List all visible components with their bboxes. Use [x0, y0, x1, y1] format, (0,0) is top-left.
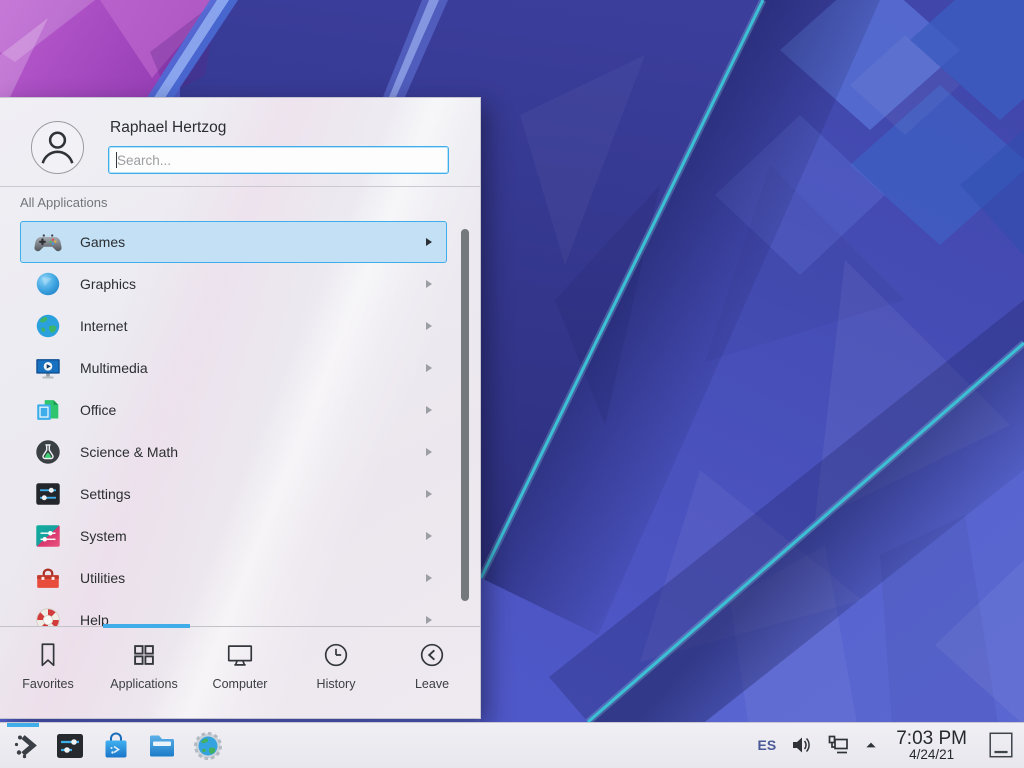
submenu-arrow-icon [426, 448, 432, 456]
system-settings-icon[interactable] [54, 730, 86, 762]
category-label: Science & Math [80, 444, 178, 460]
tab-favorites[interactable]: Favorites [0, 627, 96, 720]
active-tab-indicator [103, 624, 190, 628]
system-tray: ES 7:03 PM 4/24/21 [758, 729, 1024, 762]
submenu-arrow-icon [426, 574, 432, 582]
web-browser-icon[interactable] [192, 730, 224, 762]
category-label: Multimedia [80, 360, 148, 376]
tab-label: History [317, 677, 356, 691]
tab-label: Computer [213, 677, 268, 691]
settings-icon [33, 479, 63, 509]
app-category-row[interactable]: Office [20, 389, 447, 431]
section-label: All Applications [20, 195, 107, 210]
application-launcher-menu: Raphael Hertzog All Applications Games G… [0, 97, 481, 719]
file-manager-icon[interactable] [146, 730, 178, 762]
app-category-row[interactable]: Help [20, 599, 447, 626]
submenu-arrow-icon [426, 532, 432, 540]
volume-icon[interactable] [789, 733, 813, 757]
kickoff-launcher-icon[interactable] [8, 730, 40, 762]
category-label: Office [80, 402, 116, 418]
tab-leave[interactable]: Leave [384, 627, 480, 720]
app-category-row[interactable]: Multimedia [20, 347, 447, 389]
submenu-arrow-icon [426, 238, 432, 246]
submenu-arrow-icon [426, 322, 432, 330]
app-category-row[interactable]: Utilities [20, 557, 447, 599]
tab-applications[interactable]: Applications [96, 627, 192, 720]
graphics-icon [33, 269, 63, 299]
category-label: Internet [80, 318, 127, 334]
category-label: System [80, 528, 127, 544]
app-category-row[interactable]: Games [20, 221, 447, 263]
user-avatar[interactable] [30, 120, 85, 175]
office-icon [33, 395, 63, 425]
category-label: Utilities [80, 570, 125, 586]
applications-icon [129, 640, 159, 670]
submenu-arrow-icon [426, 406, 432, 414]
app-category-row[interactable]: Graphics [20, 263, 447, 305]
submenu-arrow-icon [426, 616, 432, 624]
taskbar-launchers [0, 730, 224, 762]
app-category-row[interactable]: Internet [20, 305, 447, 347]
help-icon [33, 605, 63, 626]
tab-label: Favorites [22, 677, 73, 691]
scrollbar-thumb[interactable] [461, 229, 469, 601]
submenu-arrow-icon [426, 280, 432, 288]
tabs-container: Favorites Applications Computer History … [0, 627, 480, 720]
app-category-row[interactable]: Settings [20, 473, 447, 515]
network-icon[interactable] [826, 733, 850, 757]
favorites-icon [33, 640, 63, 670]
tab-computer[interactable]: Computer [192, 627, 288, 720]
search-input[interactable] [108, 146, 449, 174]
games-icon [33, 227, 63, 257]
tab-history[interactable]: History [288, 627, 384, 720]
launcher-tabbar: Favorites Applications Computer History … [0, 626, 480, 720]
text-cursor [116, 152, 117, 168]
category-label: Games [80, 234, 125, 250]
app-category-row[interactable]: System [20, 515, 447, 557]
user-name: Raphael Hertzog [110, 119, 226, 137]
taskbar-panel: ES 7:03 PM 4/24/21 [0, 722, 1024, 768]
keyboard-layout-indicator[interactable]: ES [758, 737, 777, 753]
app-category-list[interactable]: Games Graphics Internet Multimedia Offic… [20, 221, 447, 626]
science-icon [33, 437, 63, 467]
utilities-icon [33, 563, 63, 593]
submenu-arrow-icon [426, 364, 432, 372]
computer-icon [225, 640, 255, 670]
multimedia-icon [33, 353, 63, 383]
leave-icon [417, 640, 447, 670]
internet-icon [33, 311, 63, 341]
clock-date: 4/24/21 [896, 748, 967, 762]
launcher-header: Raphael Hertzog [0, 98, 480, 187]
history-icon [321, 640, 351, 670]
desktop: Raphael Hertzog All Applications Games G… [0, 0, 1024, 768]
show-desktop-button[interactable] [986, 729, 1016, 761]
discover-icon[interactable] [100, 730, 132, 762]
category-label: Graphics [80, 276, 136, 292]
digital-clock[interactable]: 7:03 PM 4/24/21 [892, 729, 971, 762]
expand-tray-icon[interactable] [863, 737, 879, 753]
tab-label: Leave [415, 677, 449, 691]
system-icon [33, 521, 63, 551]
app-category-row[interactable]: Science & Math [20, 431, 447, 473]
tab-label: Applications [110, 677, 177, 691]
clock-time: 7:03 PM [896, 729, 967, 748]
category-label: Settings [80, 486, 131, 502]
submenu-arrow-icon [426, 490, 432, 498]
